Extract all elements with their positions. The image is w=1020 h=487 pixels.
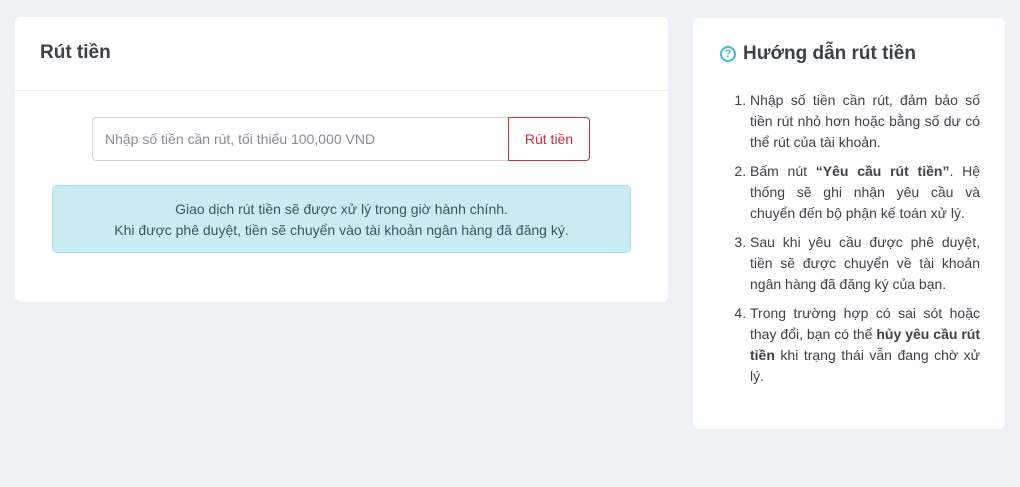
withdraw-header: Rút tiền <box>15 17 668 91</box>
guide-step-2: Bấm nút “Yêu cầu rút tiền”. Hệ thống sẽ … <box>750 161 980 224</box>
amount-input[interactable] <box>92 117 508 161</box>
question-circle-icon: ? <box>720 46 736 62</box>
notice-line-2: Khi được phê duyệt, tiền sẽ chuyển vào t… <box>114 222 569 238</box>
guide-step-3: Sau khi yêu cầu được phê duyệt, tiền sẽ … <box>750 232 980 295</box>
withdraw-form: Rút tiền <box>92 117 590 161</box>
guide-step-2-bold: “Yêu cầu rút tiền” <box>815 163 950 179</box>
info-notice: Giao dịch rút tiền sẽ được xử lý trong g… <box>52 185 631 253</box>
guide-header: ? Hướng dẫn rút tiền <box>720 43 916 65</box>
guide-steps: Nhập số tiền cần rút, đảm bảo số tiền rú… <box>735 90 980 395</box>
guide-title: Hướng dẫn rút tiền <box>743 43 916 64</box>
guide-step-4-after: khi trạng thái vẫn đang chờ xử lý. <box>750 347 980 384</box>
guide-step-3-text: Sau khi yêu cầu được phê duyệt, tiền sẽ … <box>750 234 980 292</box>
guide-step-2-before: Bấm nút <box>750 163 816 179</box>
withdraw-card: Rút tiền Rút tiền Giao dịch rút tiền sẽ … <box>15 17 668 302</box>
guide-step-4: Trong trường hợp có sai sót hoặc thay đổ… <box>750 303 980 387</box>
guide-step-1: Nhập số tiền cần rút, đảm bảo số tiền rú… <box>750 90 980 153</box>
guide-step-1-text: Nhập số tiền cần rút, đảm bảo số tiền rú… <box>750 92 980 150</box>
withdraw-button[interactable]: Rút tiền <box>508 117 590 161</box>
withdraw-title: Rút tiền <box>40 42 111 63</box>
guide-card: ? Hướng dẫn rút tiền Nhập số tiền cần rú… <box>693 18 1005 429</box>
notice-line-1: Giao dịch rút tiền sẽ được xử lý trong g… <box>175 201 508 217</box>
